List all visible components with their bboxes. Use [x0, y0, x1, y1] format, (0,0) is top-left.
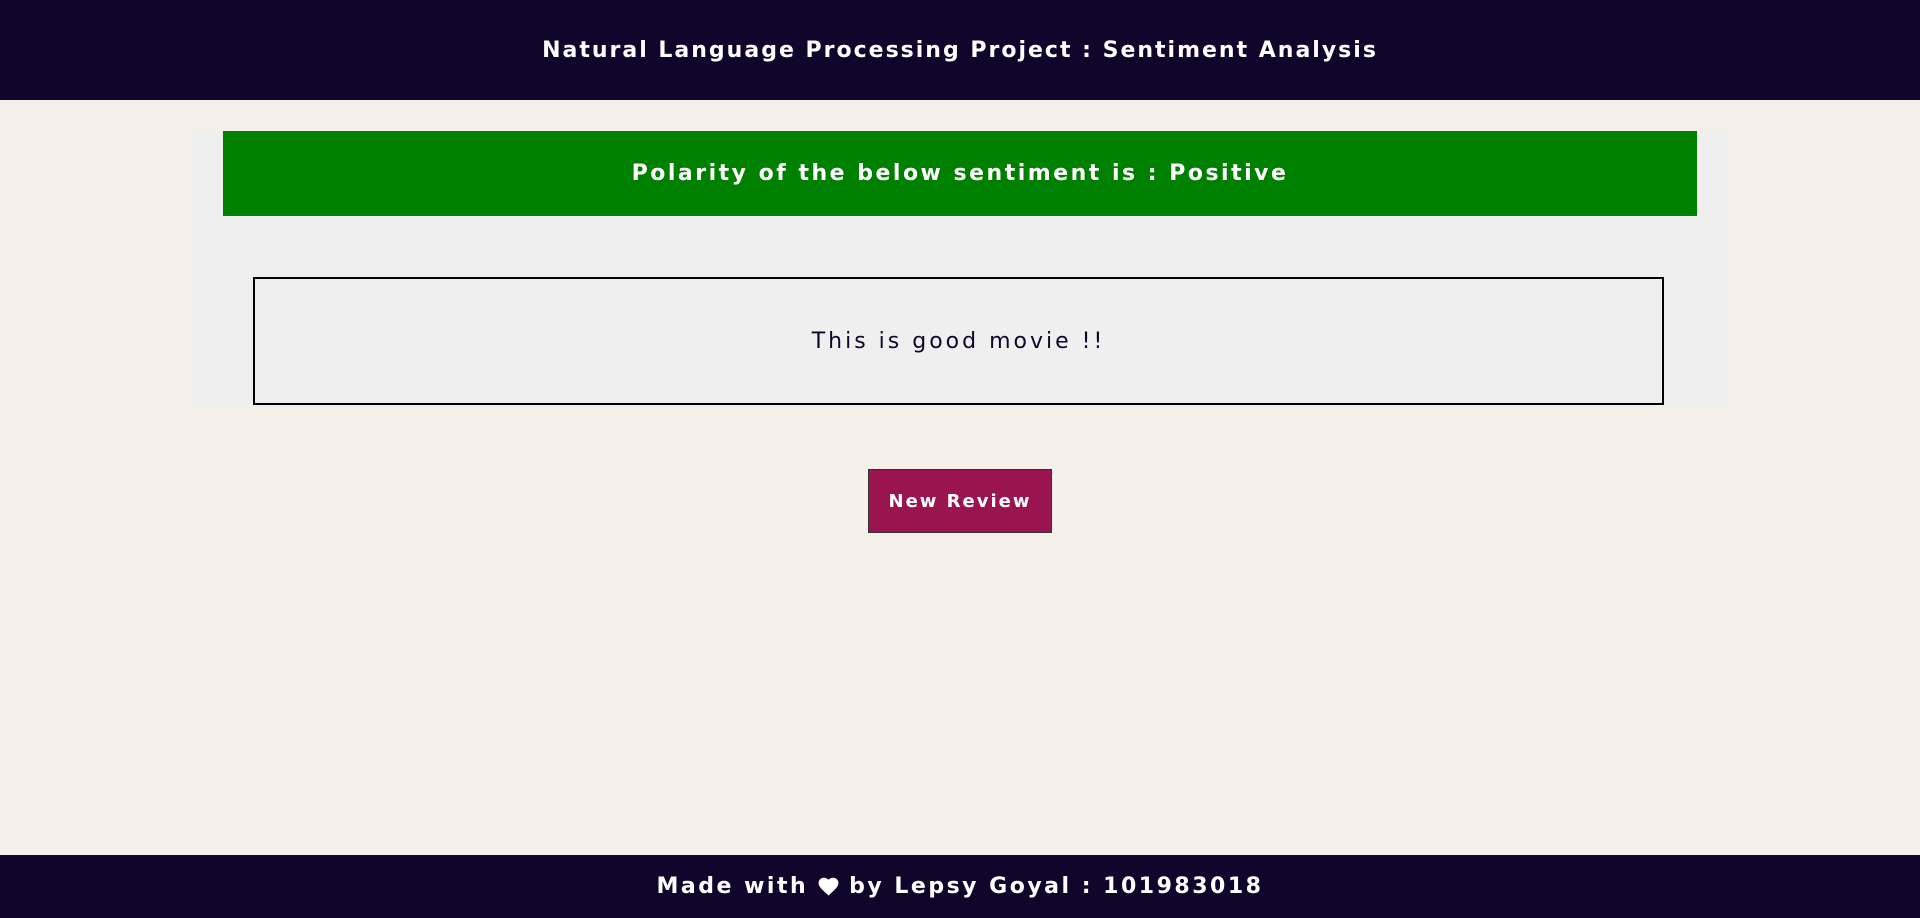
result-panel: Polarity of the below sentiment is : Pos… [191, 131, 1727, 405]
review-text: This is good movie !! [811, 328, 1106, 354]
review-box: This is good movie !! [253, 277, 1664, 405]
polarity-text: Polarity of the below sentiment is : Pos… [631, 161, 1289, 186]
polarity-banner: Polarity of the below sentiment is : Pos… [223, 131, 1697, 216]
page-footer: Made with by Lepsy Goyal : 101983018 [0, 855, 1920, 918]
page-header: Natural Language Processing Project : Se… [0, 0, 1920, 100]
footer-author: by Lepsy Goyal : 101983018 [849, 874, 1264, 899]
footer-made-with: Made with [656, 874, 809, 899]
new-review-button[interactable]: New Review [868, 469, 1052, 533]
page-title: Natural Language Processing Project : Se… [542, 37, 1378, 63]
heart-icon [818, 877, 839, 896]
new-review-label: New Review [888, 490, 1032, 512]
